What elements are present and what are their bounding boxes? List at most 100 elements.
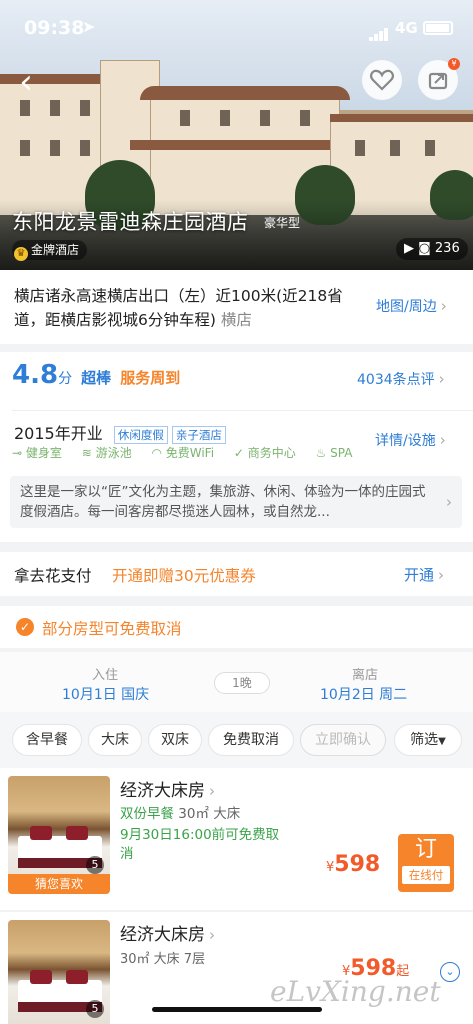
- room-filter-bar: 含早餐 大床 双床 免费取消 立即确认 筛选▼: [0, 712, 473, 768]
- share-button[interactable]: ¥: [418, 58, 460, 100]
- pillow-shape: [30, 970, 52, 984]
- hero-window: [180, 110, 190, 126]
- facility-list: ⊸ 健身室 ≋ 游泳池 ◠ 免费WiFi ✓ 商务中心 ♨ SPA: [12, 444, 368, 461]
- room-area: 30㎡: [178, 806, 209, 822]
- photo-count: 5: [86, 1000, 104, 1018]
- heart-icon: [370, 69, 394, 91]
- chevron-right-icon: ›: [438, 566, 445, 584]
- room-price: ¥598: [326, 852, 380, 877]
- filter-breakfast[interactable]: 含早餐: [12, 724, 82, 756]
- room-name: 经济大床房: [120, 781, 205, 801]
- chevron-down-icon: ▼: [438, 736, 446, 747]
- details-link[interactable]: 详情/设施 ›: [375, 430, 446, 450]
- room-meta: 双份早餐 30㎡ 大床: [120, 802, 240, 822]
- filter-instant-confirm[interactable]: 立即确认: [300, 724, 386, 756]
- photo-gallery-button[interactable]: ▶ ◙ 236: [396, 238, 468, 260]
- payment-promo-row[interactable]: 拿去花支付 开通即赠30元优惠券 开通 ›: [0, 552, 473, 596]
- checkout-label: 离店: [352, 668, 379, 683]
- open-year-row[interactable]: 2015年开业 休闲度假 亲子酒店: [14, 420, 230, 444]
- status-time: 09:38: [24, 17, 85, 39]
- free-cancel-notice: ✓ 部分房型可免费取消: [0, 606, 473, 648]
- breakfast-info: 双份早餐: [120, 806, 174, 822]
- pay-online-label: 在线付: [402, 866, 450, 884]
- rating-unit: 分: [58, 371, 73, 387]
- back-button[interactable]: ‹: [8, 62, 44, 102]
- facility-gym: ⊸ 健身室: [12, 446, 62, 460]
- facility-pool-label: 游泳池: [95, 446, 132, 460]
- checkin-label: 入住: [92, 668, 119, 683]
- hero-window: [80, 100, 90, 116]
- hero-window: [355, 140, 365, 156]
- address-text: 横店诸永高速横店出口（左）近100米(近218省道，距横店影视城6分钟车程) 横…: [14, 284, 344, 332]
- expand-room-button[interactable]: ⌄: [440, 962, 460, 982]
- room-name-link[interactable]: 经济大床房 ›: [120, 776, 215, 801]
- share-badge: ¥: [448, 58, 460, 70]
- recommend-label: 猜您喜欢: [8, 874, 110, 894]
- hero-window: [50, 140, 60, 156]
- facility-wifi: ◠ 免费WiFi: [151, 446, 215, 460]
- battery-icon: [423, 21, 453, 35]
- activate-button[interactable]: 开通 ›: [404, 564, 444, 585]
- hero-window: [80, 140, 90, 156]
- tag-leisure: 休闲度假: [113, 426, 168, 444]
- address-district: 横店: [220, 311, 252, 329]
- rating-grade: 超棒: [81, 369, 112, 387]
- rating-highlight: 服务周到: [120, 369, 181, 387]
- book-button[interactable]: 订 在线付: [398, 834, 454, 892]
- nights-count: 1晚: [214, 672, 270, 694]
- signal-icon: [369, 22, 389, 41]
- filter-free-cancel[interactable]: 免费取消: [208, 724, 294, 756]
- hero-window: [220, 110, 230, 126]
- chevron-right-icon: ›: [440, 297, 447, 315]
- book-label: 订: [414, 837, 437, 862]
- address-section[interactable]: 横店诸永高速横店出口（左）近100米(近218省道，距横店影视城6分钟车程) 横…: [0, 270, 473, 344]
- checkout-date[interactable]: 10月2日 周二: [320, 684, 407, 704]
- reviews-link[interactable]: 4034条点评 ›: [357, 369, 445, 389]
- map-link[interactable]: 地图/周边 ›: [376, 296, 447, 316]
- gold-hotel-badge: ♛ 金牌酒店: [12, 240, 88, 261]
- check-circle-icon: ✓: [16, 618, 34, 636]
- hero-roof-main: [140, 86, 350, 100]
- hero-window: [300, 110, 310, 126]
- filter-more-button[interactable]: 筛选▼: [394, 724, 462, 756]
- room-name-link[interactable]: 经济大床房 ›: [120, 920, 215, 945]
- facility-wifi-label: 免费WiFi: [165, 446, 215, 460]
- checkin-date[interactable]: 10月1日 国庆: [62, 684, 149, 704]
- rating-value: 4.8: [12, 360, 59, 390]
- chevron-right-icon: ›: [209, 926, 215, 944]
- address-line: 横店诸永高速横店出口（左）近100米(近218省道，距横店影视城6分钟车程): [14, 287, 343, 329]
- map-link-label: 地图/周边: [376, 299, 437, 315]
- pillow-shape: [30, 826, 52, 840]
- filter-more-label: 筛选: [410, 732, 439, 748]
- hero-canopy: [130, 140, 360, 150]
- media-count: 236: [434, 241, 460, 256]
- network-type: 4G: [395, 19, 418, 37]
- hotel-description[interactable]: 这里是一家以“匠”文化为主题，集旅游、休闲、体验为一体的庄园式度假酒店。每一间客…: [10, 476, 462, 528]
- room-meta: 30㎡ 大床 7层: [120, 952, 206, 967]
- facility-business-label: 商务中心: [247, 446, 296, 460]
- chevron-right-icon: ›: [439, 431, 446, 449]
- rating-score[interactable]: 4.8分 超棒 服务周到: [12, 360, 180, 390]
- activate-label: 开通: [404, 566, 435, 584]
- favorite-button[interactable]: [362, 60, 402, 100]
- home-indicator[interactable]: [152, 1007, 322, 1012]
- room-photo[interactable]: 5 猜您喜欢: [8, 776, 110, 894]
- hotel-hero-image[interactable]: 09:38 ➤ 4G ‹ ¥ 东阳龙景雷迪森庄园酒店 豪华型 ♛ 金牌酒店 ▶ ◙…: [0, 0, 473, 270]
- facility-business: ✓ 商务中心: [233, 446, 296, 460]
- facility-pool: ≋ 游泳池: [81, 446, 132, 460]
- payment-label: 拿去花支付: [14, 567, 92, 585]
- cancel-policy: 9月30日16:00前可免费取消: [120, 827, 280, 862]
- details-link-label: 详情/设施: [375, 433, 436, 449]
- facility-spa-label: SPA: [330, 446, 353, 460]
- pillow-shape: [66, 970, 88, 984]
- date-selector[interactable]: 入住 10月1日 国庆 1晚 离店 10月2日 周二: [0, 652, 473, 712]
- gold-hotel-label: 金牌酒店: [31, 243, 80, 257]
- open-year: 2015年开业: [14, 424, 103, 443]
- filter-king-bed[interactable]: 大床: [88, 724, 142, 756]
- room-photo[interactable]: 5: [8, 920, 110, 1024]
- rating-info-section: 4.8分 超棒 服务周到 4034条点评 › 2015年开业 休闲度假 亲子酒店 详…: [0, 352, 473, 542]
- filter-twin-bed[interactable]: 双床: [148, 724, 202, 756]
- hero-window: [260, 110, 270, 126]
- chevron-right-icon: ›: [446, 493, 452, 511]
- review-count: 4034条点评: [357, 372, 435, 388]
